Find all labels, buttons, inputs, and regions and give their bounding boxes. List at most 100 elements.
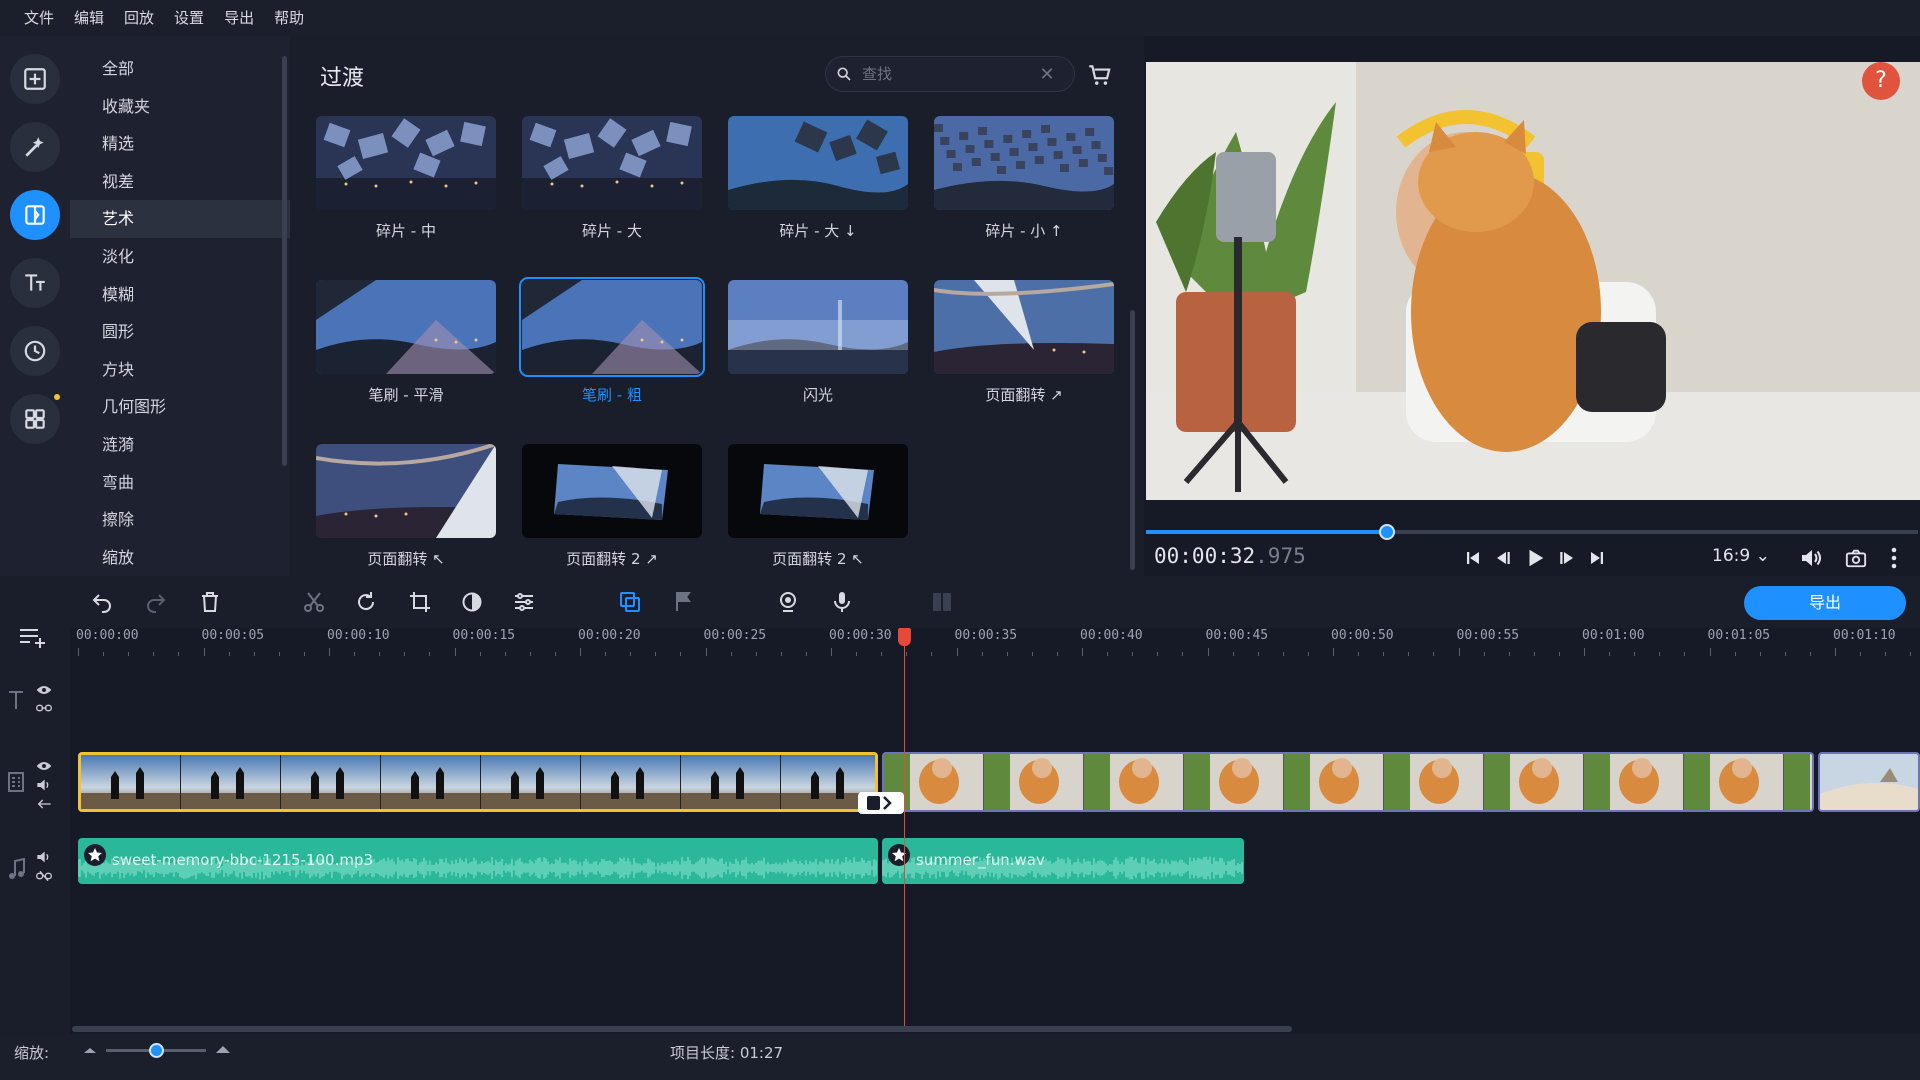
- unlink-icon[interactable]: [36, 870, 52, 882]
- clear-icon[interactable]: ✕: [1032, 64, 1062, 85]
- preview-scrubber[interactable]: [1146, 524, 1918, 540]
- transition-thumbnail[interactable]: 页面翻转 2 ↗: [522, 444, 702, 569]
- timeline-ruler[interactable]: 00:00:00 00:00:05 00:00:10 00:00:15 00:00:20…: [70, 628, 1920, 656]
- video-clip[interactable]: [1818, 752, 1920, 812]
- transition-thumbnail[interactable]: 页面翻转 ↖: [316, 444, 496, 569]
- zoom-out-icon[interactable]: [84, 1048, 96, 1053]
- transition-thumbnail[interactable]: 页面翻转 ↗: [934, 280, 1114, 405]
- menu-help[interactable]: 帮助: [264, 0, 314, 36]
- redo-icon[interactable]: [144, 590, 168, 614]
- import-button[interactable]: [10, 54, 60, 104]
- menu-edit[interactable]: 编辑: [64, 0, 114, 36]
- webcam-icon[interactable]: [776, 590, 800, 614]
- more-options-button[interactable]: [1886, 544, 1902, 572]
- category-item[interactable]: 缩放: [70, 539, 290, 576]
- transition-thumbnail[interactable]: 碎片 - 中: [316, 116, 496, 241]
- category-item[interactable]: 擦除: [70, 501, 290, 539]
- eye-icon[interactable]: [36, 684, 52, 696]
- ruler-tick: [1533, 652, 1535, 656]
- category-item[interactable]: 弯曲: [70, 464, 290, 502]
- video-clip-selected[interactable]: [78, 752, 878, 812]
- aspect-ratio-select[interactable]: 16:9 ⌄: [1712, 546, 1770, 566]
- category-item[interactable]: 圆形: [70, 313, 290, 351]
- snapshot-button[interactable]: [1842, 544, 1870, 572]
- playhead-handle[interactable]: [898, 628, 911, 646]
- menu-settings[interactable]: 设置: [164, 0, 214, 36]
- help-button[interactable]: ?: [1862, 62, 1900, 100]
- arrow-left-icon[interactable]: [36, 798, 52, 810]
- menu-export[interactable]: 导出: [214, 0, 264, 36]
- audio-clip[interactable]: sweet-memory-bbc-1215-100.mp3: [78, 838, 878, 884]
- transition-thumbnail-selected[interactable]: 笔刷 - 粗: [519, 277, 705, 405]
- category-item[interactable]: 方块: [70, 351, 290, 389]
- category-scrollbar[interactable]: [282, 56, 287, 466]
- menu-playback[interactable]: 回放: [114, 0, 164, 36]
- timeline-area[interactable]: [70, 628, 1920, 1034]
- volume-button[interactable]: [1796, 544, 1826, 572]
- ruler-tick: [1056, 652, 1058, 656]
- crop-icon[interactable]: [408, 590, 432, 614]
- frame-forward-button[interactable]: [1554, 544, 1580, 572]
- transition-thumbnail[interactable]: 笔刷 - 平滑: [316, 280, 496, 405]
- category-item[interactable]: 模糊: [70, 276, 290, 314]
- delete-icon[interactable]: [198, 590, 222, 614]
- category-item[interactable]: 收藏夹: [70, 88, 290, 126]
- category-item-active[interactable]: 艺术: [70, 200, 290, 238]
- category-item[interactable]: 全部: [70, 50, 290, 88]
- transition-thumbnail[interactable]: 碎片 - 大 ↓: [728, 116, 908, 241]
- speaker-icon[interactable]: [36, 778, 52, 792]
- timeline-scrollbar[interactable]: [72, 1026, 1292, 1032]
- category-item[interactable]: 视差: [70, 163, 290, 201]
- speaker-icon[interactable]: [36, 850, 52, 864]
- preview-video[interactable]: [1146, 62, 1920, 500]
- filters-button[interactable]: [10, 122, 60, 172]
- category-item[interactable]: 几何图形: [70, 388, 290, 426]
- stickers-button[interactable]: [10, 326, 60, 376]
- transitions-scrollbar[interactable]: [1130, 310, 1135, 570]
- search-input[interactable]: [862, 65, 1032, 83]
- undo-icon[interactable]: [90, 590, 114, 614]
- search-box: ✕: [825, 56, 1075, 92]
- ruler-tick: [153, 652, 155, 656]
- transition-marker[interactable]: [858, 792, 904, 814]
- clip-properties-icon[interactable]: [512, 590, 536, 614]
- overlay-icon[interactable]: [618, 590, 642, 614]
- frame-back-button[interactable]: [1490, 544, 1516, 572]
- more-tools-button[interactable]: [10, 394, 60, 444]
- scrubber-knob[interactable]: [1379, 524, 1395, 540]
- transition-thumbnail[interactable]: 页面翻转 2 ↖: [728, 444, 908, 569]
- export-button[interactable]: 导出: [1744, 586, 1906, 620]
- ruler-tick: [1358, 652, 1360, 656]
- play-button[interactable]: [1520, 544, 1550, 572]
- transition-thumbnail[interactable]: 碎片 - 小 ↑: [934, 116, 1114, 241]
- playhead[interactable]: [904, 640, 905, 1028]
- split-view-icon[interactable]: [930, 590, 954, 614]
- titles-button[interactable]: [10, 258, 60, 308]
- transition-thumbnail[interactable]: 闪光: [728, 280, 908, 405]
- color-adjust-icon[interactable]: [460, 590, 484, 614]
- marker-flag-icon[interactable]: [672, 590, 696, 614]
- skip-end-button[interactable]: [1584, 544, 1610, 572]
- ruler-tick: [1006, 652, 1008, 656]
- zoom-slider-knob[interactable]: [149, 1043, 164, 1058]
- category-item[interactable]: 精选: [70, 125, 290, 163]
- transitions-button[interactable]: [10, 190, 60, 240]
- link-icon[interactable]: [36, 702, 52, 714]
- category-item[interactable]: 涟漪: [70, 426, 290, 464]
- transition-thumbnail[interactable]: 碎片 - 大: [522, 116, 702, 241]
- audio-clip[interactable]: summer_fun.wav: [882, 838, 1244, 884]
- skip-start-button[interactable]: [1460, 544, 1486, 572]
- scissors-icon[interactable]: [302, 590, 326, 614]
- zoom-in-icon[interactable]: [216, 1046, 230, 1053]
- video-clip[interactable]: [882, 752, 1814, 812]
- ruler-tick: [1458, 648, 1460, 656]
- ruler-tick: [479, 652, 481, 656]
- add-track-icon[interactable]: [18, 626, 50, 650]
- menu-file[interactable]: 文件: [14, 0, 64, 36]
- store-cart-icon[interactable]: [1087, 62, 1113, 88]
- microphone-icon[interactable]: [830, 590, 854, 614]
- rotate-icon[interactable]: [354, 590, 378, 614]
- ruler-tick: [1784, 652, 1786, 656]
- eye-icon[interactable]: [36, 760, 52, 772]
- category-item[interactable]: 淡化: [70, 238, 290, 276]
